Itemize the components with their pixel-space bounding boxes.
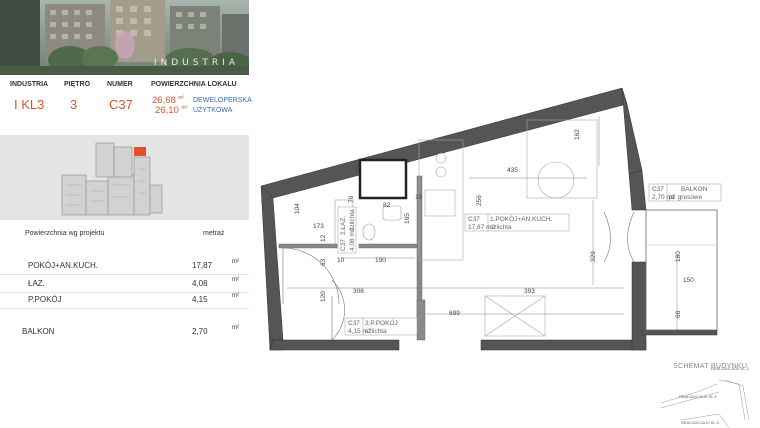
dim-76: 76 bbox=[348, 195, 355, 203]
dim-82: 82 bbox=[383, 202, 391, 209]
svg-text:2.ŁAZ.: 2.ŁAZ. bbox=[340, 216, 347, 235]
area-row-unit: m² bbox=[232, 277, 239, 283]
balcony-row-name: BALKON bbox=[22, 327, 55, 336]
dim-162: 162 bbox=[574, 129, 581, 140]
info-panel: INDUSTRIA INDUSTRIA PIĘTRO NUMER POWIERZ… bbox=[0, 0, 252, 428]
floor-value: 3 bbox=[70, 97, 78, 112]
balcony-row: BALKON 2,70 m² bbox=[0, 324, 249, 341]
svg-text:C37: C37 bbox=[348, 320, 360, 327]
room-label-bathroom: C37 2.ŁAZ. 4,08 m2 szlichta bbox=[337, 206, 357, 254]
svg-text:C37: C37 bbox=[652, 186, 664, 193]
building-schema: REALIZACJA III KL.2 REALIZACJA III KL.1 … bbox=[660, 366, 750, 428]
dim-435: 435 bbox=[507, 167, 518, 174]
room-label-main: C37 1.POKÓJ+AN.KUCH. 17,87 m2 szlichta bbox=[464, 213, 570, 232]
svg-text:C37: C37 bbox=[468, 216, 480, 223]
area-row-value: 4,08 bbox=[192, 279, 208, 288]
svg-text:C37: C37 bbox=[340, 239, 347, 251]
apartment-summary: INDUSTRIA PIĘTRO NUMER POWIERZCHNIA LOKA… bbox=[0, 75, 252, 135]
svg-text:REALIZACJA III KL.3: REALIZACJA III KL.3 bbox=[681, 420, 720, 425]
balcony-row-unit: m² bbox=[232, 325, 239, 331]
dim-104: 104 bbox=[294, 203, 301, 214]
area-row: ŁAZ. 4,08 m² bbox=[0, 276, 249, 293]
room-label-hall: C37 3.P.POKÓJ 4,15 m2 szlichta bbox=[344, 317, 418, 336]
area-row-name: P.POKÓJ bbox=[28, 295, 62, 304]
dim-173: 173 bbox=[313, 223, 324, 230]
dim-10-top: 10 bbox=[415, 194, 423, 201]
svg-text:szlichta: szlichta bbox=[365, 328, 387, 335]
dim-329: 329 bbox=[590, 251, 597, 262]
svg-text:REALIZACJA III KL.1: REALIZACJA III KL.1 bbox=[679, 394, 718, 399]
dim-190: 190 bbox=[375, 257, 386, 264]
area-usable-value: 26,10 m² bbox=[155, 105, 188, 116]
building-schema-title: SCHEMAT BUDYNKU bbox=[673, 363, 748, 370]
apartment-location-marker bbox=[134, 147, 146, 156]
floor-plan: 162 435 256 329 393 699 306 190 165 173 … bbox=[249, 0, 760, 428]
balcony-row-value: 2,70 bbox=[192, 327, 208, 336]
key-plan-drawing bbox=[61, 142, 163, 216]
dim-306: 306 bbox=[353, 288, 364, 295]
areas-unit-header: metraż bbox=[203, 230, 225, 237]
area-row-unit: m² bbox=[232, 259, 239, 265]
dim-120: 120 bbox=[320, 291, 327, 302]
dim-393: 393 bbox=[524, 288, 535, 295]
area-row-name: POKÓJ+AN.KUCH. bbox=[28, 261, 99, 270]
dim-150: 150 bbox=[683, 277, 694, 284]
svg-text:BALKON: BALKON bbox=[681, 186, 708, 193]
svg-text:pł. gresowe: pł. gresowe bbox=[669, 194, 703, 201]
area-row: P.POKÓJ 4,15 m² bbox=[0, 292, 249, 309]
dim-180: 180 bbox=[675, 251, 682, 262]
dim-256: 256 bbox=[476, 195, 483, 206]
area-developer-label: DEWELOPERSKA bbox=[193, 97, 252, 104]
floor-key-plan bbox=[0, 135, 249, 220]
dim-165: 165 bbox=[404, 213, 411, 224]
col-area-label: POWIERZCHNIA LOKALU bbox=[151, 81, 237, 88]
dim-12: 12 bbox=[320, 234, 327, 242]
svg-text:1.POKÓJ+AN.KUCH.: 1.POKÓJ+AN.KUCH. bbox=[490, 214, 553, 223]
svg-text:3.P.POKÓJ: 3.P.POKÓJ bbox=[365, 318, 398, 327]
room-label-balcony: C37 BALKON 2,70 m2 pł. gresowe bbox=[648, 183, 722, 202]
dim-66: 66 bbox=[675, 310, 682, 318]
area-row: POKÓJ+AN.KUCH. 17,87 m² bbox=[0, 258, 249, 275]
number-value: C37 bbox=[109, 97, 133, 112]
area-row-value: 17,87 bbox=[192, 261, 213, 270]
area-usable-label: UŻYTKOWA bbox=[193, 107, 233, 114]
col-industria-label: INDUSTRIA bbox=[10, 81, 49, 88]
area-row-name: ŁAZ. bbox=[28, 279, 45, 288]
col-number-label: NUMER bbox=[107, 81, 133, 88]
dim-63: 63 bbox=[320, 258, 327, 266]
dim-10-bottom: 10 bbox=[337, 257, 345, 264]
area-row-value: 4,15 bbox=[192, 295, 208, 304]
areas-table: Powierzchnia wg projektu metraż POKÓJ+AN… bbox=[0, 220, 249, 428]
area-row-unit: m² bbox=[232, 293, 239, 299]
brand-logo: INDUSTRIA bbox=[153, 58, 239, 68]
svg-text:szlichta: szlichta bbox=[490, 224, 512, 231]
areas-title: Powierzchnia wg projektu bbox=[25, 230, 105, 237]
svg-text:szlichta: szlichta bbox=[349, 209, 356, 231]
building-value: I KL3 bbox=[14, 97, 45, 112]
col-floor-label: PIĘTRO bbox=[64, 81, 91, 88]
dim-699: 699 bbox=[449, 310, 460, 317]
building-photo: INDUSTRIA bbox=[0, 0, 249, 75]
